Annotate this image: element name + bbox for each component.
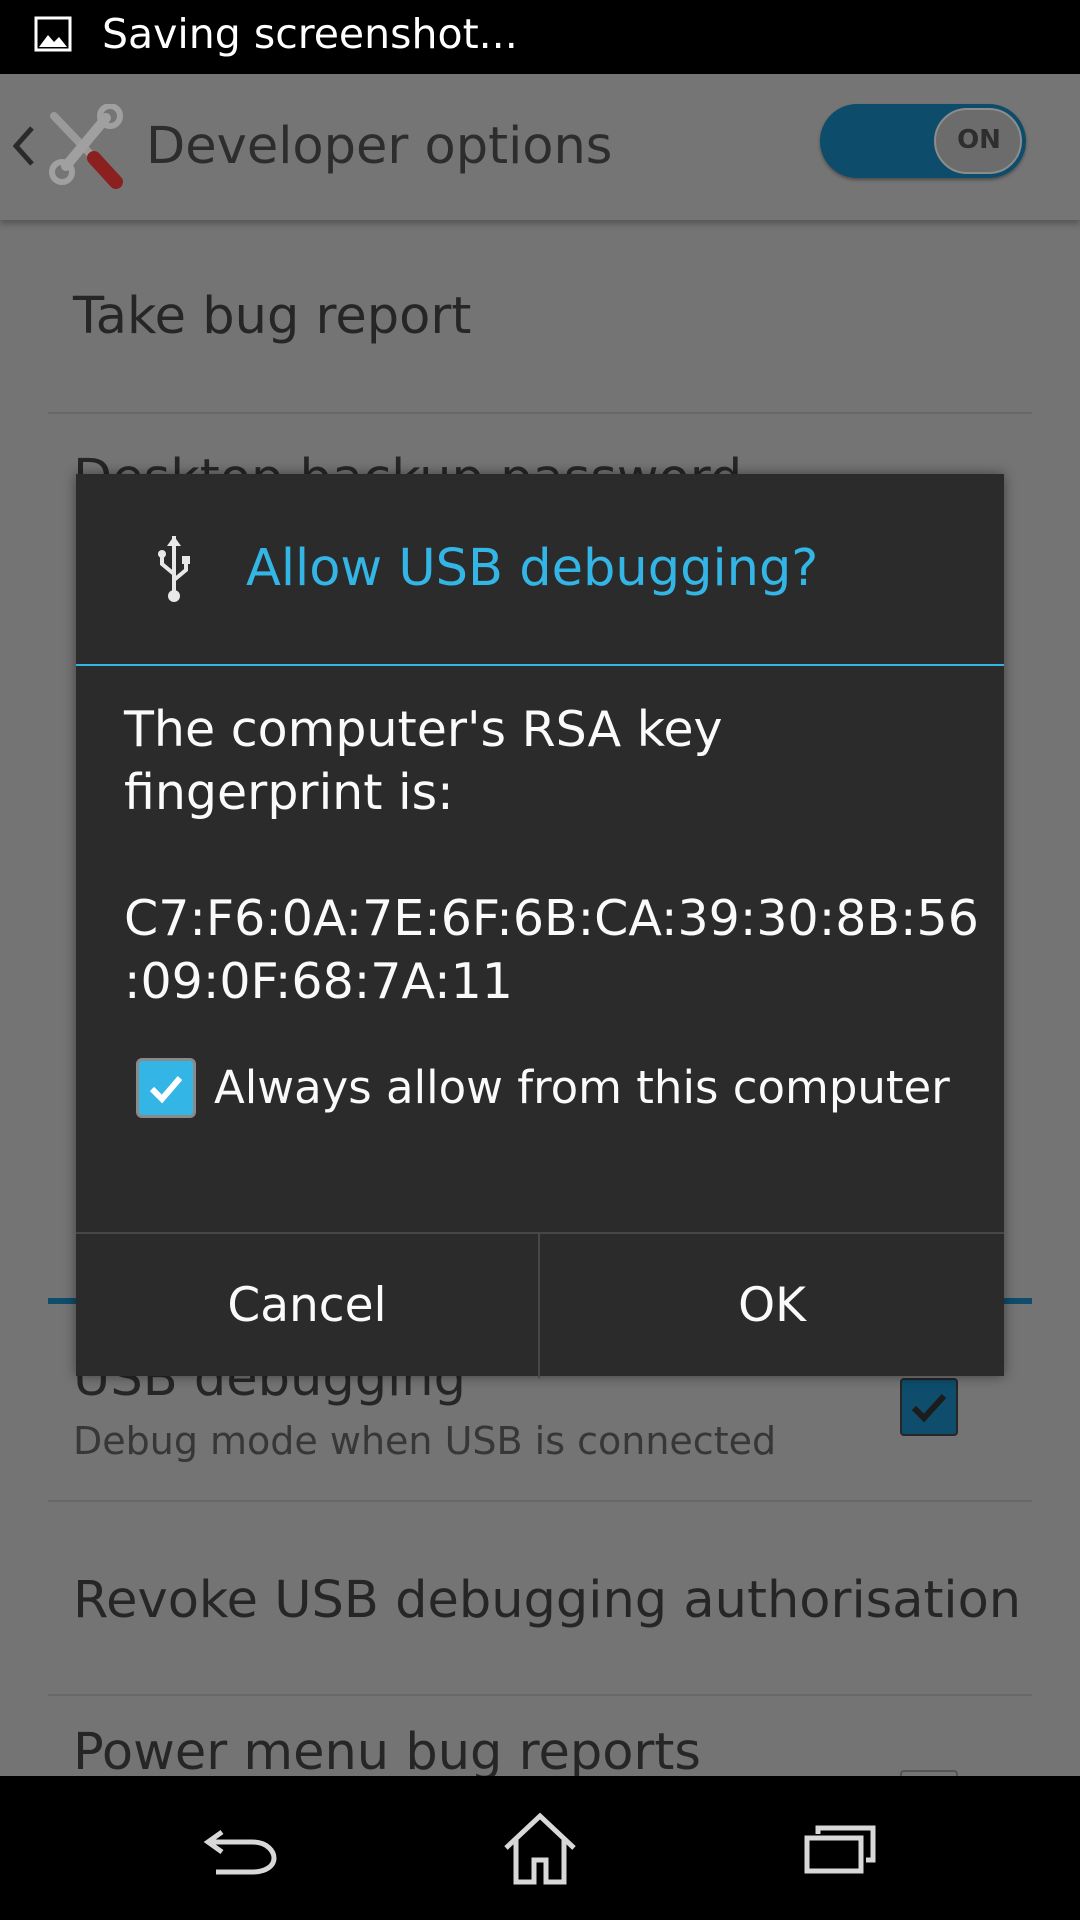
fingerprint-line: :09:0F:68:7A:11 xyxy=(124,953,513,1010)
page-title: Developer options xyxy=(146,117,613,176)
tools-icon[interactable] xyxy=(44,104,126,190)
status-notification-text: Saving screenshot... xyxy=(102,10,518,58)
check-icon xyxy=(911,1393,947,1423)
revoke-usb-authorisation-item[interactable]: Revoke USB debugging authorisation xyxy=(73,1568,1021,1634)
usb-debugging-checkbox[interactable] xyxy=(900,1378,958,1436)
dialog-title: Allow USB debugging? xyxy=(246,539,819,598)
recent-apps-icon[interactable] xyxy=(804,1824,876,1874)
usb-debugging-summary: Debug mode when USB is connected xyxy=(73,1419,777,1463)
chevron-left-icon[interactable] xyxy=(8,118,38,174)
divider xyxy=(48,1694,1032,1696)
ok-button[interactable]: OK xyxy=(540,1234,1004,1378)
dialog-button-bar: Cancel OK xyxy=(76,1232,1004,1378)
cancel-button[interactable]: Cancel xyxy=(76,1234,538,1378)
usb-debugging-dialog: Allow USB debugging? The computer's RSA … xyxy=(76,474,1004,1378)
dialog-message: The computer's RSA key fingerprint is: C… xyxy=(124,698,979,1013)
action-bar: Developer options ON xyxy=(0,74,1080,220)
always-allow-label[interactable]: Always allow from this computer xyxy=(214,1058,950,1118)
take-bug-report-item[interactable]: Take bug report xyxy=(73,284,471,350)
dialog-title-divider xyxy=(76,664,1004,666)
navigation-bar xyxy=(0,1776,1080,1920)
divider xyxy=(48,1500,1032,1502)
always-allow-checkbox[interactable] xyxy=(136,1058,196,1118)
status-bar: Saving screenshot... xyxy=(0,0,1080,74)
home-icon[interactable] xyxy=(500,1812,580,1886)
back-arrow-icon[interactable] xyxy=(202,1822,282,1878)
message-line: The computer's RSA key xyxy=(124,701,723,758)
divider xyxy=(48,412,1032,414)
check-icon xyxy=(149,1076,183,1104)
fingerprint-line: C7:F6:0A:7E:6F:6B:CA:39:30:8B:56 xyxy=(124,890,979,947)
developer-options-toggle[interactable]: ON xyxy=(820,104,1026,178)
usb-icon xyxy=(158,536,190,602)
toggle-label: ON xyxy=(957,125,1001,155)
image-icon xyxy=(34,16,72,52)
message-line: fingerprint is: xyxy=(124,764,454,821)
